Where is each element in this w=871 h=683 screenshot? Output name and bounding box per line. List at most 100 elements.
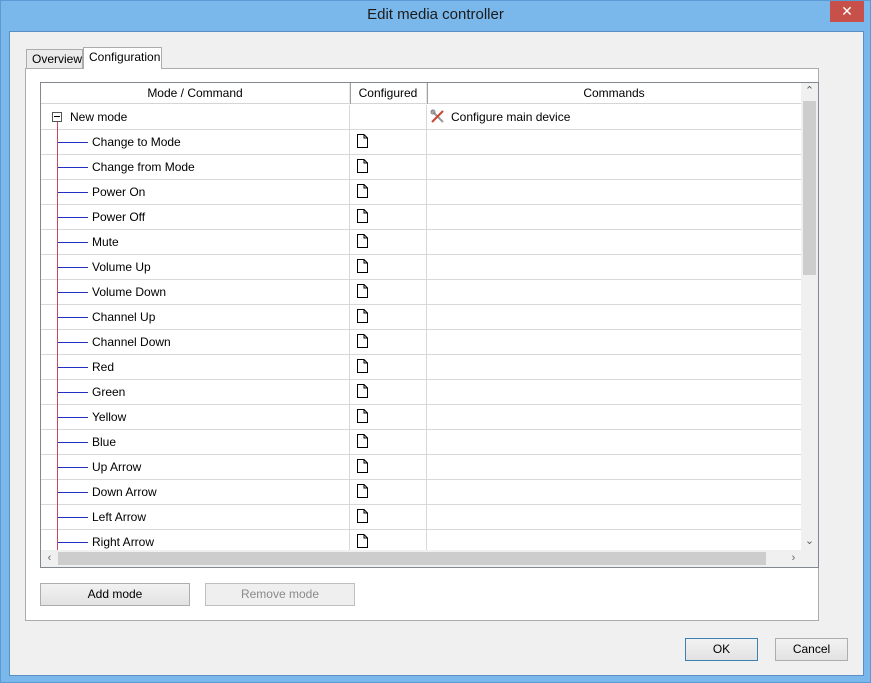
configuration-panel: Mode / Command Configured Commands New m… [25,68,819,621]
document-icon[interactable] [357,409,368,423]
document-icon[interactable] [357,534,368,548]
table-row[interactable]: Change from Mode [41,155,801,180]
tree-branch-line [58,267,88,268]
vertical-scroll-thumb[interactable] [803,101,816,275]
command-name: Volume Down [92,285,167,299]
command-name: Volume Up [92,260,151,274]
table-row[interactable]: Channel Up [41,305,801,330]
command-name: Left Arrow [92,510,147,524]
document-icon[interactable] [357,234,368,248]
tree-branch-line [58,142,88,143]
document-icon[interactable] [357,159,368,173]
commands-cell[interactable] [427,430,801,454]
document-icon[interactable] [357,359,368,373]
commands-cell[interactable] [427,155,801,179]
horizontal-scroll-thumb[interactable] [58,552,766,565]
table-row[interactable]: Power Off [41,205,801,230]
vertical-scrollbar[interactable]: ⌃ ⌄ [801,83,818,550]
commands-cell[interactable] [427,255,801,279]
commands-cell[interactable] [427,330,801,354]
tree-branch-line [58,517,88,518]
tree-branch-line [58,367,88,368]
commands-cell[interactable] [427,455,801,479]
close-icon: ✕ [841,3,853,19]
document-icon[interactable] [357,309,368,323]
commands-cell[interactable] [427,230,801,254]
horizontal-scrollbar[interactable]: ‹ › [41,550,818,567]
tree-branch-line [58,442,88,443]
scroll-left-icon[interactable]: ‹ [41,550,58,567]
commands-cell[interactable] [427,355,801,379]
commands-cell[interactable] [427,205,801,229]
table-row[interactable]: Blue [41,430,801,455]
commands-cell[interactable] [427,130,801,154]
wrench-screwdriver-icon [430,109,444,123]
table-row[interactable]: Power On [41,180,801,205]
document-icon[interactable] [357,484,368,498]
command-label[interactable]: Configure main device [451,105,570,129]
tree-branch-line [58,342,88,343]
command-name: Mute [92,235,119,249]
tree-connector-line [57,117,58,550]
commands-cell[interactable] [427,505,801,529]
scroll-down-icon[interactable]: ⌄ [801,533,818,550]
table-row[interactable]: Red [41,355,801,380]
command-name: Right Arrow [92,535,155,549]
commands-cell[interactable] [427,530,801,550]
commands-cell[interactable] [427,405,801,429]
dialog-client-area: Overview Configuration Mode / Command Co… [9,31,864,676]
close-button[interactable]: ✕ [830,1,864,22]
table-row[interactable]: Down Arrow [41,480,801,505]
scroll-right-icon[interactable]: › [785,550,802,567]
document-icon[interactable] [357,459,368,473]
document-icon[interactable] [357,509,368,523]
document-icon[interactable] [357,334,368,348]
table-row-parent[interactable]: New mode Configure main device [41,105,801,130]
grid-header: Mode / Command Configured Commands [41,83,803,104]
add-mode-button[interactable]: Add mode [40,583,190,606]
column-header-configured[interactable]: Configured [350,83,428,104]
table-row[interactable]: Yellow [41,405,801,430]
table-row[interactable]: Up Arrow [41,455,801,480]
tree-branch-line [58,217,88,218]
command-name: Down Arrow [92,485,157,499]
tab-configuration[interactable]: Configuration [83,47,162,69]
commands-cell[interactable] [427,280,801,304]
tree-branch-line [58,242,88,243]
collapse-toggle-icon[interactable] [52,112,62,122]
table-row[interactable]: Volume Up [41,255,801,280]
dialog-window: Edit media controller ✕ Overview Configu… [0,0,871,683]
command-name: Up Arrow [92,460,142,474]
document-icon[interactable] [357,184,368,198]
cancel-button[interactable]: Cancel [775,638,848,661]
table-row[interactable]: Left Arrow [41,505,801,530]
document-icon[interactable] [357,134,368,148]
commands-cell[interactable] [427,180,801,204]
table-row[interactable]: Green [41,380,801,405]
commands-cell[interactable] [427,305,801,329]
document-icon[interactable] [357,384,368,398]
command-name: Red [92,360,115,374]
commands-cell[interactable] [427,480,801,504]
title-bar[interactable]: Edit media controller ✕ [1,1,870,30]
commands-cell[interactable] [427,380,801,404]
ok-button[interactable]: OK [685,638,758,661]
scroll-up-icon[interactable]: ⌃ [801,83,818,100]
table-row[interactable]: Volume Down [41,280,801,305]
column-header-mode-command[interactable]: Mode / Command [41,83,351,104]
document-icon[interactable] [357,259,368,273]
mode-command-grid[interactable]: Mode / Command Configured Commands New m… [40,82,819,568]
document-icon[interactable] [357,284,368,298]
column-header-commands[interactable]: Commands [427,83,803,104]
document-icon[interactable] [357,434,368,448]
tab-overview[interactable]: Overview [26,49,83,69]
remove-mode-button[interactable]: Remove mode [205,583,355,606]
table-row[interactable]: Mute [41,230,801,255]
command-name: Change from Mode [92,160,195,174]
tree-branch-line [58,317,88,318]
document-icon[interactable] [357,209,368,223]
table-row[interactable]: Right Arrow [41,530,801,550]
table-row[interactable]: Channel Down [41,330,801,355]
command-name: Power Off [92,210,146,224]
table-row[interactable]: Change to Mode [41,130,801,155]
